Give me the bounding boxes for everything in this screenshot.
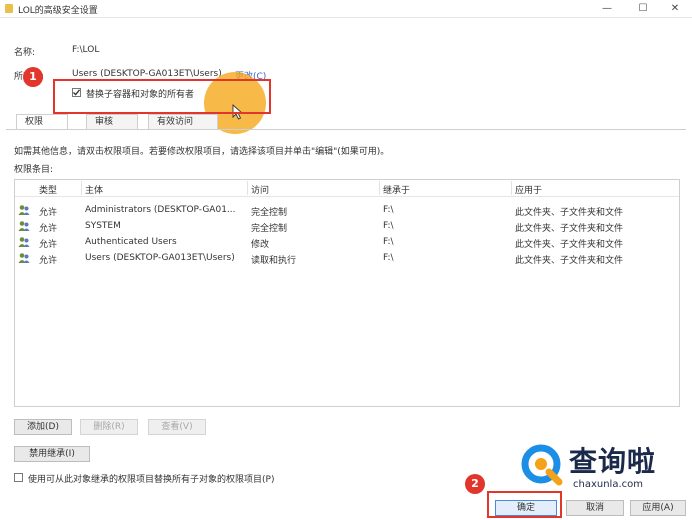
view-button[interactable]: 查看(V) [148,419,206,435]
cell-applies: 此文件夹、子文件夹和文件 [515,256,624,266]
col-applies[interactable]: 应用于 [515,183,542,196]
column-divider[interactable] [247,181,248,195]
tab-auditing[interactable]: 审核 [86,114,138,129]
maximize-button[interactable]: ☐ [628,0,658,18]
entries-label: 权限条目: [14,165,54,175]
table-row[interactable]: 允许 SYSTEM 完全控制 F:\ 此文件夹、子文件夹和文件 [15,218,679,234]
cell-type: 允许 [39,208,58,218]
cell-access: 完全控制 [251,224,288,234]
users-icon [18,205,30,215]
cell-principal: SYSTEM [85,221,121,231]
instruction-text: 如需其他信息，请双击权限项目。若要修改权限项目，请选择该项目并单击"编辑"(如果… [14,147,390,157]
tab-permissions[interactable]: 权限 [16,114,68,130]
chaxunla-logo-icon [521,444,563,486]
cell-principal: Administrators (DESKTOP-GA01... [85,205,236,215]
minimize-button[interactable]: — [592,0,622,18]
col-inherited[interactable]: 继承于 [383,183,410,196]
replace-child-permissions-checkbox[interactable] [14,473,23,482]
cell-inherited: F:\ [383,237,394,247]
apply-button[interactable]: 应用(A) [630,500,686,516]
col-principal[interactable]: 主体 [85,183,103,196]
column-divider[interactable] [379,181,380,195]
cell-access: 读取和执行 [251,256,297,266]
tab-effective-access[interactable]: 有效访问 [148,114,218,129]
cell-principal: Authenticated Users [85,237,177,247]
cell-applies: 此文件夹、子文件夹和文件 [515,208,624,218]
close-button[interactable]: ✕ [660,0,690,18]
title-bar: LOL的高级安全设置 — ☐ ✕ [0,0,692,18]
users-icon [18,253,30,263]
folder-icon [5,4,13,13]
permissions-table[interactable]: 类型 主体 访问 继承于 应用于 允许 Administrators (DESK… [14,179,680,407]
step2-highlight-box [487,491,562,518]
name-value: F:\LOL [72,45,100,55]
cell-inherited: F:\ [383,221,394,231]
chaxunla-watermark: 查询啦 chaxunla.com [509,436,681,494]
watermark-text: 查询啦 [569,445,657,478]
column-divider[interactable] [511,181,512,195]
col-type[interactable]: 类型 [39,183,57,196]
col-access[interactable]: 访问 [251,183,269,196]
cell-principal: Users (DESKTOP-GA013ET\Users) [85,253,235,263]
table-row[interactable]: 允许 Users (DESKTOP-GA013ET\Users) 读取和执行 F… [15,250,679,266]
add-button[interactable]: 添加(D) [14,419,72,435]
cell-applies: 此文件夹、子文件夹和文件 [515,240,624,250]
replace-child-permissions-label[interactable]: 使用可从此对象继承的权限项目替换所有子对象的权限项目(P) [28,472,274,485]
remove-button[interactable]: 删除(R) [80,419,138,435]
users-icon [18,237,30,247]
name-label: 名称: [14,48,36,58]
owner-value: Users (DESKTOP-GA013ET\Users) [72,69,222,79]
column-divider[interactable] [81,181,82,195]
watermark-url: chaxunla.com [573,479,643,490]
step1-highlight-box [53,79,271,114]
cell-type: 允许 [39,256,58,266]
step1-badge: 1 [23,67,43,87]
cell-type: 允许 [39,224,58,234]
disable-inheritance-button[interactable]: 禁用继承(I) [14,446,90,462]
table-row[interactable]: 允许 Authenticated Users 修改 F:\ 此文件夹、子文件夹和… [15,234,679,250]
cell-access: 完全控制 [251,208,288,218]
users-icon [18,221,30,231]
cell-type: 允许 [39,240,58,250]
cell-inherited: F:\ [383,253,394,263]
cell-applies: 此文件夹、子文件夹和文件 [515,224,624,234]
cancel-button[interactable]: 取消 [566,500,624,516]
step2-badge: 2 [465,474,485,494]
table-row[interactable]: 允许 Administrators (DESKTOP-GA01... 完全控制 … [15,202,679,218]
window-title: LOL的高级安全设置 [18,6,98,16]
table-header: 类型 主体 访问 继承于 应用于 [15,180,679,197]
cell-inherited: F:\ [383,205,394,215]
cell-access: 修改 [251,240,270,250]
